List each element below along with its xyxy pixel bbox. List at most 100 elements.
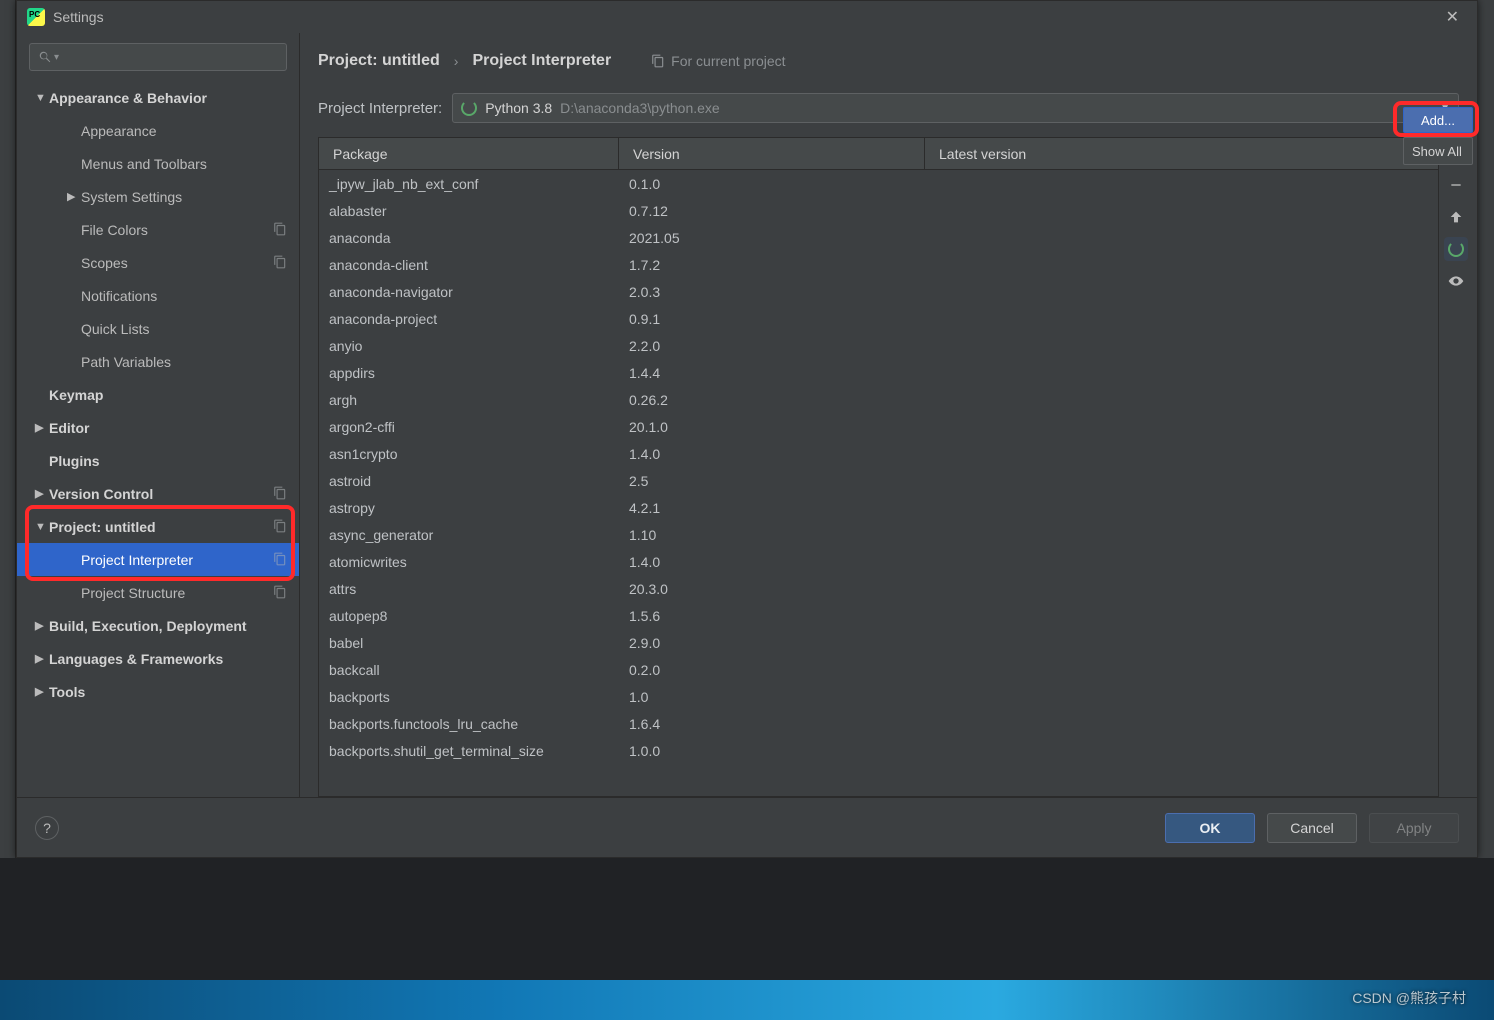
cancel-button[interactable]: Cancel <box>1267 813 1357 843</box>
table-row[interactable]: babel2.9.0 <box>319 629 1438 656</box>
chevron-right-icon: › <box>454 53 459 69</box>
interpreter-path: D:\anaconda3\python.exe <box>560 100 720 116</box>
search-input[interactable]: ▾ <box>29 43 287 71</box>
sidebar-item-build-execution-deployment[interactable]: ▶Build, Execution, Deployment <box>17 609 299 642</box>
taskbar <box>0 980 1494 1020</box>
cell-package: argon2-cffi <box>319 419 619 435</box>
sidebar-item-file-colors[interactable]: File Colors <box>17 213 299 246</box>
search-history-caret-icon[interactable]: ▾ <box>54 52 59 63</box>
table-row[interactable]: anaconda-project0.9.1 <box>319 305 1438 332</box>
table-row[interactable]: backports.shutil_get_terminal_size1.0.0 <box>319 737 1438 764</box>
table-row[interactable]: alabaster0.7.12 <box>319 197 1438 224</box>
remove-package-button[interactable] <box>1444 173 1468 197</box>
sidebar-item-appearance[interactable]: Appearance <box>17 114 299 147</box>
sidebar-item-label: Project Interpreter <box>81 552 193 568</box>
per-project-icon <box>273 585 287 602</box>
table-row[interactable]: appdirs1.4.4 <box>319 359 1438 386</box>
cell-package: appdirs <box>319 365 619 381</box>
table-row[interactable]: async_generator1.10 <box>319 521 1438 548</box>
breadcrumb-interpreter: Project Interpreter <box>472 52 611 70</box>
upgrade-package-button[interactable] <box>1444 205 1468 229</box>
sidebar-item-label: System Settings <box>81 189 182 205</box>
table-row[interactable]: _ipyw_jlab_nb_ext_conf0.1.0 <box>319 170 1438 197</box>
sidebar-item-label: Languages & Frameworks <box>49 651 223 667</box>
sidebar-item-system-settings[interactable]: ▶System Settings <box>17 180 299 213</box>
col-package[interactable]: Package <box>319 138 619 169</box>
cell-version: 1.7.2 <box>619 257 925 273</box>
table-row[interactable]: anaconda-navigator2.0.3 <box>319 278 1438 305</box>
sidebar-item-label: Project: untitled <box>49 519 156 535</box>
add-interpreter-button[interactable]: Add... <box>1403 107 1473 133</box>
table-row[interactable]: anaconda-client1.7.2 <box>319 251 1438 278</box>
per-project-icon <box>273 486 287 503</box>
sidebar-item-label: Appearance <box>81 123 157 139</box>
sidebar-item-project-interpreter[interactable]: Project Interpreter <box>17 543 299 576</box>
main-panel: Project: untitled › Project Interpreter … <box>300 33 1477 797</box>
cell-version: 4.2.1 <box>619 500 925 516</box>
table-row[interactable]: anaconda2021.05 <box>319 224 1438 251</box>
table-row[interactable]: backports.functools_lru_cache1.6.4 <box>319 710 1438 737</box>
apply-button[interactable]: Apply <box>1369 813 1459 843</box>
sidebar-item-notifications[interactable]: Notifications <box>17 279 299 312</box>
sidebar-item-quick-lists[interactable]: Quick Lists <box>17 312 299 345</box>
breadcrumb-project[interactable]: Project: untitled <box>318 52 440 70</box>
tree-arrow-icon: ▼ <box>35 521 49 533</box>
tree-arrow-icon: ▶ <box>35 487 49 500</box>
show-early-releases-button[interactable] <box>1444 269 1468 293</box>
show-all-interpreters-item[interactable]: Show All <box>1403 137 1473 165</box>
sidebar-item-languages-frameworks[interactable]: ▶Languages & Frameworks <box>17 642 299 675</box>
use-conda-button[interactable] <box>1444 237 1468 261</box>
table-row[interactable]: astropy4.2.1 <box>319 494 1438 521</box>
table-row[interactable]: asn1crypto1.4.0 <box>319 440 1438 467</box>
cell-version: 2021.05 <box>619 230 925 246</box>
table-row[interactable]: anyio2.2.0 <box>319 332 1438 359</box>
sidebar-item-label: Keymap <box>49 387 103 403</box>
sidebar-item-keymap[interactable]: Keymap <box>17 378 299 411</box>
sidebar-item-version-control[interactable]: ▶Version Control <box>17 477 299 510</box>
cell-package: backports.shutil_get_terminal_size <box>319 743 619 759</box>
col-latest[interactable]: Latest version <box>925 138 1438 169</box>
cell-package: atomicwrites <box>319 554 619 570</box>
tree-arrow-icon: ▶ <box>67 190 81 203</box>
current-project-hint-label: For current project <box>671 53 785 69</box>
sidebar-item-label: Build, Execution, Deployment <box>49 618 247 634</box>
table-row[interactable]: autopep81.5.6 <box>319 602 1438 629</box>
cell-version: 1.4.0 <box>619 446 925 462</box>
sidebar-item-label: Tools <box>49 684 85 700</box>
pycharm-icon <box>27 8 45 26</box>
col-version[interactable]: Version <box>619 138 925 169</box>
cell-version: 1.0.0 <box>619 743 925 759</box>
ok-button[interactable]: OK <box>1165 813 1255 843</box>
table-row[interactable]: backports1.0 <box>319 683 1438 710</box>
cell-package: astropy <box>319 500 619 516</box>
close-icon[interactable]: ✕ <box>1438 3 1467 31</box>
copy-icon <box>651 54 665 68</box>
interpreter-dropdown[interactable]: Python 3.8 D:\anaconda3\python.exe ▼ <box>452 93 1459 123</box>
table-row[interactable]: argon2-cffi20.1.0 <box>319 413 1438 440</box>
cell-version: 0.1.0 <box>619 176 925 192</box>
watermark: CSDN @熊孩子村 <box>1352 988 1466 1008</box>
sidebar-item-project-untitled[interactable]: ▼Project: untitled <box>17 510 299 543</box>
table-row[interactable]: argh0.26.2 <box>319 386 1438 413</box>
package-toolbar <box>1439 137 1473 797</box>
sidebar-item-plugins[interactable]: Plugins <box>17 444 299 477</box>
sidebar-item-path-variables[interactable]: Path Variables <box>17 345 299 378</box>
sidebar-item-appearance-behavior[interactable]: ▼Appearance & Behavior <box>17 81 299 114</box>
tree-arrow-icon: ▶ <box>35 685 49 698</box>
table-row[interactable]: backcall0.2.0 <box>319 656 1438 683</box>
cell-version: 0.9.1 <box>619 311 925 327</box>
table-row[interactable]: astroid2.5 <box>319 467 1438 494</box>
sidebar-item-tools[interactable]: ▶Tools <box>17 675 299 708</box>
cell-version: 0.2.0 <box>619 662 925 678</box>
cell-version: 1.4.0 <box>619 554 925 570</box>
help-button[interactable]: ? <box>35 816 59 840</box>
sidebar-item-scopes[interactable]: Scopes <box>17 246 299 279</box>
table-row[interactable]: atomicwrites1.4.0 <box>319 548 1438 575</box>
cell-package: autopep8 <box>319 608 619 624</box>
table-row[interactable]: attrs20.3.0 <box>319 575 1438 602</box>
sidebar-item-editor[interactable]: ▶Editor <box>17 411 299 444</box>
sidebar-item-project-structure[interactable]: Project Structure <box>17 576 299 609</box>
per-project-icon <box>273 255 287 272</box>
settings-tree: ▼Appearance & Behavior Appearance Menus an… <box>17 81 299 797</box>
sidebar-item-menus-and-toolbars[interactable]: Menus and Toolbars <box>17 147 299 180</box>
